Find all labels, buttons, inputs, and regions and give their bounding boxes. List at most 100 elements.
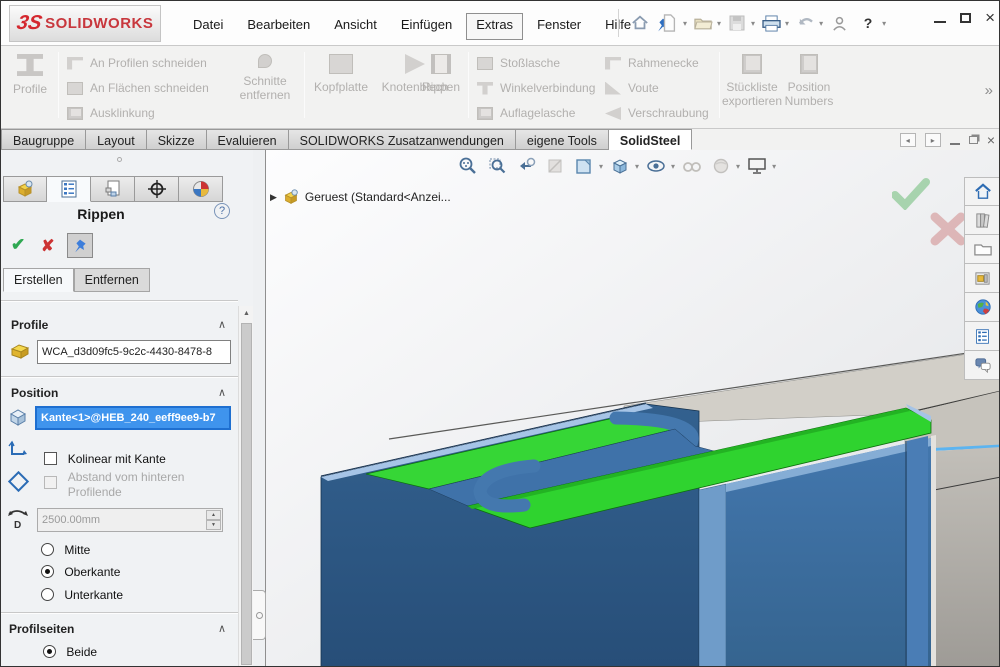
pm-scrollbar[interactable]: ▲ — [238, 306, 253, 667]
tab-layout[interactable]: Layout — [86, 129, 147, 150]
ribbon-overflow-icon[interactable]: » — [985, 82, 993, 99]
tab-featuremanager-tree[interactable] — [3, 176, 47, 202]
doc-prev-icon[interactable]: ◂ — [900, 133, 916, 147]
doc-minimize-icon[interactable] — [950, 143, 960, 145]
radio-unterkante[interactable]: Unterkante — [41, 587, 123, 602]
view-settings-dropdown-icon[interactable]: ▾ — [772, 162, 776, 171]
pm-help-icon[interactable]: ? — [214, 203, 230, 219]
scrollbar-thumb[interactable] — [241, 323, 252, 665]
print-dropdown-icon[interactable]: ▾ — [785, 19, 789, 28]
undo-icon[interactable] — [792, 10, 818, 36]
minimize-icon[interactable] — [934, 21, 946, 23]
radio-mitte[interactable]: Mitte — [41, 542, 90, 557]
distance-spinner-field[interactable]: 2500.00mm ▲ ▼ — [37, 508, 223, 532]
tab-displaymanager[interactable] — [179, 176, 223, 202]
ribbon-rahmenecke[interactable]: Rahmenecke — [605, 54, 709, 72]
tab-dimxpert[interactable] — [135, 176, 179, 202]
undo-dropdown-icon[interactable]: ▾ — [819, 19, 823, 28]
profile-collapse-icon[interactable]: ∧ — [218, 318, 226, 331]
new-dropdown-icon[interactable]: ▾ — [683, 19, 687, 28]
scene-dropdown-icon[interactable]: ▾ — [736, 162, 740, 171]
edit-appearance-icon[interactable] — [709, 153, 733, 179]
position-collapse-icon[interactable]: ∧ — [218, 386, 226, 399]
design-library-icon[interactable] — [964, 206, 1000, 235]
tab-zusatzanwendungen[interactable]: SOLIDWORKS Zusatzanwendungen — [289, 129, 516, 150]
menu-ansicht[interactable]: Ansicht — [324, 13, 387, 40]
doc-close-icon[interactable]: × — [987, 132, 995, 148]
help-dropdown-icon[interactable]: ▾ — [882, 19, 886, 28]
ribbon-auflagelasche[interactable]: Auflagelasche — [477, 104, 595, 122]
ribbon-stueckliste-exportieren[interactable]: Stückliste exportieren — [717, 54, 787, 109]
ribbon-ausklinkung[interactable]: Ausklinkung — [67, 104, 209, 122]
ribbon-winkelverbindung[interactable]: Winkelverbindung — [477, 79, 595, 97]
profile-value-field[interactable]: WCA_d3d09fc5-9c2c-4430-8478-8 — [37, 340, 231, 364]
ribbon-verschraubung[interactable]: Verschraubung — [605, 104, 709, 122]
appearance-icon[interactable] — [572, 153, 596, 179]
radio-beide[interactable]: Beide — [43, 644, 97, 659]
zoom-to-area-icon[interactable] — [485, 153, 509, 179]
appearance-dropdown-icon[interactable]: ▾ — [599, 162, 603, 171]
tree-expand-icon[interactable]: ▶ — [270, 192, 277, 203]
ribbon-rippen[interactable]: Rippen — [417, 54, 465, 94]
pm-ok-icon[interactable]: ✔ — [11, 235, 25, 255]
previous-view-icon[interactable] — [514, 153, 538, 179]
scrollbar-up-icon[interactable]: ▲ — [239, 306, 254, 321]
save-icon[interactable] — [724, 10, 750, 36]
confirmation-cancel-icon[interactable] — [930, 212, 966, 251]
position-edge-field[interactable]: Kante<1>@HEB_240_eeff9ee9-b7 — [35, 406, 231, 430]
ribbon-position-numbers[interactable]: Position Numbers — [781, 54, 837, 109]
tab-evaluieren[interactable]: Evaluieren — [207, 129, 289, 150]
mode-tab-erstellen[interactable]: Erstellen — [3, 268, 74, 292]
ribbon-an-profilen-schneiden[interactable]: An Profilen schneiden — [67, 54, 209, 72]
hide-show-items-icon[interactable] — [680, 153, 704, 179]
open-icon[interactable] — [690, 10, 716, 36]
abstand-checkbox[interactable] — [44, 476, 57, 489]
ribbon-profile-button[interactable]: Profile — [7, 54, 53, 96]
colinear-checkbox[interactable] — [44, 452, 57, 465]
spin-up-icon[interactable]: ▲ — [206, 510, 221, 520]
ribbon-an-flaechen-schneiden[interactable]: An Flächen schneiden — [67, 79, 209, 97]
pm-pin-button[interactable] — [67, 233, 93, 258]
profilseiten-section-header[interactable]: Profilseiten — [9, 622, 74, 636]
menu-fenster[interactable]: Fenster — [527, 13, 591, 40]
ribbon-voute[interactable]: Voute — [605, 79, 709, 97]
internet-globe-icon[interactable] — [964, 293, 1000, 322]
mode-tab-entfernen[interactable]: Entfernen — [74, 268, 150, 292]
custom-properties-icon[interactable] — [964, 322, 1000, 351]
tab-configurationmanager[interactable] — [91, 176, 135, 202]
graphics-viewport[interactable]: ▾ ▾ ▾ ▾ ▾ ▶ — [266, 150, 1000, 667]
file-explorer-icon[interactable] — [964, 235, 1000, 264]
confirmation-ok-icon[interactable] — [892, 178, 930, 215]
close-icon[interactable]: × — [985, 11, 995, 25]
pm-cancel-icon[interactable]: ✘ — [41, 236, 54, 256]
tree-node-label[interactable]: Geruest (Standard<Anzei... — [305, 190, 451, 204]
menu-datei[interactable]: Datei — [183, 13, 233, 40]
tab-baugruppe[interactable]: Baugruppe — [1, 129, 86, 150]
ribbon-schnitte-entfernen[interactable]: Schnitte entfernen — [229, 54, 301, 103]
splitter-handle[interactable] — [253, 590, 266, 640]
user-account-icon[interactable] — [826, 10, 852, 36]
view-orientation-icon[interactable] — [608, 153, 632, 179]
new-document-icon[interactable] — [656, 10, 682, 36]
home-icon[interactable] — [627, 10, 653, 36]
help-icon[interactable]: ? — [855, 10, 881, 36]
display-style-icon[interactable] — [644, 153, 668, 179]
print-icon[interactable] — [758, 10, 784, 36]
section-view-icon[interactable] — [543, 153, 567, 179]
tab-propertymanager[interactable] — [47, 176, 91, 202]
doc-next-icon[interactable]: ▸ — [925, 133, 941, 147]
profile-section-header[interactable]: Profile — [11, 318, 48, 332]
panel-splitter[interactable] — [253, 150, 266, 667]
home-taskpane-icon[interactable] — [964, 177, 1000, 206]
ribbon-stosslasche[interactable]: Stoßlasche — [477, 54, 595, 72]
menu-einfuegen[interactable]: Einfügen — [391, 13, 462, 40]
view-settings-icon[interactable] — [745, 153, 769, 179]
save-dropdown-icon[interactable]: ▾ — [751, 19, 755, 28]
open-dropdown-icon[interactable]: ▾ — [717, 19, 721, 28]
feature-tree-root[interactable]: ▶ Geruest (Standard<Anzei... — [270, 188, 451, 206]
profilseiten-collapse-icon[interactable]: ∧ — [218, 622, 226, 635]
maximize-icon[interactable] — [960, 13, 971, 23]
viewport-3d-scene[interactable] — [266, 150, 1000, 667]
menu-extras[interactable]: Extras — [466, 13, 523, 40]
panel-resize-handle[interactable] — [117, 157, 122, 162]
